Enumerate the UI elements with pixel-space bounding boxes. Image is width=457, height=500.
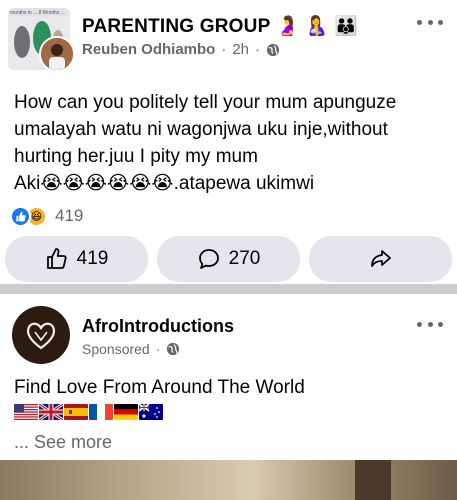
meta-separator: · bbox=[155, 341, 161, 357]
group-post: months in ... 8 Months ... PARENTING GRO… bbox=[0, 0, 457, 284]
sponsored-label[interactable]: Sponsored bbox=[82, 341, 150, 357]
sponsored-meta: Sponsored · bbox=[82, 341, 180, 357]
post-text-line: umalayah watu ni wagonjwa uku inje,witho… bbox=[14, 119, 388, 140]
post-text-line: How can you politely tell your mum apung… bbox=[14, 92, 397, 113]
comment-icon bbox=[198, 249, 219, 269]
avatar-photo bbox=[41, 38, 73, 70]
comment-count: 270 bbox=[228, 248, 261, 269]
sponsored-post: AfroIntroductions Sponsored · Find Love … bbox=[0, 294, 457, 500]
reaction-count: 419 bbox=[55, 206, 84, 225]
comment-button[interactable]: 270 bbox=[157, 236, 300, 282]
user-avatar[interactable] bbox=[39, 36, 75, 72]
germany-flag bbox=[114, 404, 138, 420]
group-title[interactable]: PARENTING GROUP 🤰 🤱 👪 bbox=[82, 14, 358, 38]
globe-icon bbox=[167, 342, 180, 356]
australia-flag bbox=[139, 404, 163, 420]
feed-divider bbox=[0, 284, 457, 294]
brand-name[interactable]: AfroIntroductions bbox=[82, 316, 234, 337]
thumbs-up-icon bbox=[46, 248, 67, 269]
post-text-line: hurting her.juu I pity my mum bbox=[14, 146, 258, 167]
post-actions: 419 270 bbox=[5, 236, 452, 282]
like-reaction-icon bbox=[10, 205, 31, 227]
see-more-link[interactable]: ... See more bbox=[14, 432, 112, 453]
spain-flag bbox=[64, 404, 88, 420]
reaction-summary[interactable]: 😆 419 bbox=[10, 205, 83, 227]
share-icon bbox=[370, 250, 391, 267]
meta-separator: · bbox=[221, 41, 227, 58]
france-flag bbox=[89, 404, 113, 420]
post-meta: Reuben Odhiambo · 2h · bbox=[82, 41, 280, 58]
share-button[interactable] bbox=[309, 236, 452, 282]
flags-row bbox=[14, 404, 163, 420]
author-name[interactable]: Reuben Odhiambo bbox=[82, 41, 215, 58]
ad-text: Find Love From Around The World bbox=[14, 377, 305, 398]
post-time[interactable]: 2h bbox=[232, 41, 249, 58]
globe-icon bbox=[266, 43, 280, 56]
brand-logo[interactable] bbox=[12, 306, 70, 364]
ad-image[interactable] bbox=[0, 460, 457, 500]
ad-options-icon[interactable] bbox=[417, 316, 443, 332]
us-flag bbox=[14, 404, 38, 420]
post-text-line: Aki😭😭😭😭😭😭.atapewa ukimwi bbox=[14, 173, 315, 194]
post-options-icon[interactable] bbox=[417, 14, 443, 30]
uk-flag bbox=[39, 404, 63, 420]
group-thumb-text: months in ... 8 Months ... bbox=[10, 10, 65, 16]
post-body: How can you politely tell your mum apung… bbox=[14, 89, 444, 197]
meta-separator-2: · bbox=[255, 41, 261, 58]
heart-logo-icon bbox=[26, 322, 56, 350]
like-button[interactable]: 419 bbox=[5, 236, 148, 282]
tree-trunk bbox=[355, 460, 391, 500]
like-count: 419 bbox=[76, 248, 109, 269]
